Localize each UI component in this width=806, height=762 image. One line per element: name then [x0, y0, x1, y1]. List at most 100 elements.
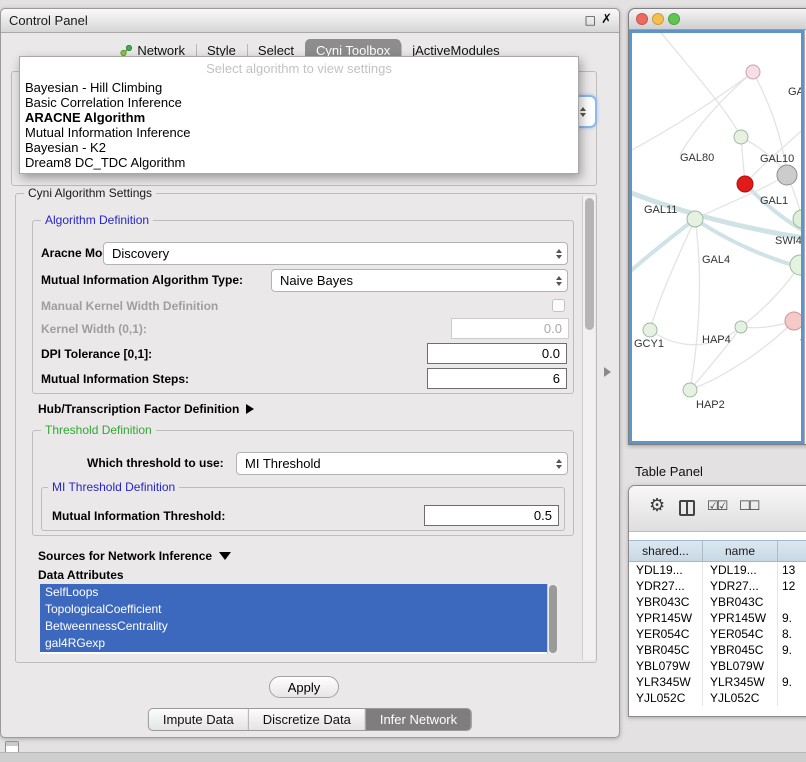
panel-divider-arrow[interactable] — [604, 367, 611, 377]
network-node[interactable] — [777, 165, 797, 185]
table-row[interactable]: YPR145WYPR145W9. — [629, 610, 806, 626]
select-all-icon[interactable]: ☑☑ — [707, 499, 726, 514]
table-row[interactable]: YER054CYER054C8. — [629, 626, 806, 642]
algorithm-option-bayesian-hill-climbing[interactable]: Bayesian - Hill Climbing — [20, 80, 578, 95]
float-window-icon[interactable]: □ — [585, 13, 596, 27]
network-node[interactable] — [785, 312, 803, 330]
table-cell[interactable]: YPR145W — [703, 610, 778, 626]
sources-toggle[interactable]: Sources for Network Inference — [38, 549, 231, 563]
table-cell[interactable]: 12 — [778, 578, 806, 594]
table-header-cell[interactable] — [778, 541, 806, 561]
network-node[interactable] — [687, 211, 703, 227]
table-cell[interactable]: YBL079W — [703, 658, 778, 674]
attribute-item-topologicalcoefficient[interactable]: TopologicalCoefficient — [40, 601, 547, 618]
kernel-width-field[interactable]: 0.0 — [451, 318, 569, 339]
settings-gear-icon[interactable]: ⚙ — [649, 495, 665, 516]
combo-arrows-icon — [580, 107, 586, 117]
close-icon[interactable]: ✗ — [601, 12, 612, 27]
close-button[interactable] — [636, 13, 648, 25]
deselect-all-icon[interactable]: ☐☐ — [739, 499, 758, 514]
bottom-tab-discretize-data[interactable]: Discretize Data — [248, 709, 365, 730]
kernel-width-row: Kernel Width (0,1): 0.0 — [33, 318, 573, 340]
network-node[interactable] — [790, 255, 803, 275]
algorithm-option-dream8-dc-tdc-algorithm[interactable]: Dream8 DC_TDC Algorithm — [20, 155, 578, 170]
zoom-button[interactable] — [668, 13, 680, 25]
table-cell[interactable]: YLR345W — [629, 674, 703, 690]
mi-threshold-field[interactable]: 0.5 — [424, 505, 559, 526]
aracne-mode-combo[interactable]: Discovery — [103, 242, 568, 265]
network-view-window: GAL80GAL7GAL10GAL11GAL1SWI4GAL4GCY1HAP4H… — [628, 8, 806, 445]
table-cell[interactable]: 9. — [778, 674, 806, 690]
attributes-scrollbar-thumb[interactable] — [549, 585, 557, 653]
table-cell[interactable]: YDR27... — [629, 578, 703, 594]
table-cell[interactable]: YDL19... — [629, 562, 703, 578]
table-row[interactable]: YBR043CYBR043C — [629, 594, 806, 610]
threshold-definition-title: Threshold Definition — [41, 423, 156, 437]
apply-button[interactable]: Apply — [269, 676, 339, 698]
attribute-item-betweennesscentrality[interactable]: BetweennessCentrality — [40, 618, 547, 635]
table-cell[interactable] — [778, 690, 806, 706]
network-node[interactable] — [746, 65, 760, 79]
table-cell[interactable]: YBR043C — [629, 594, 703, 610]
table-row[interactable]: YBL079WYBL079W — [629, 658, 806, 674]
bottom-tab-infer-network[interactable]: Infer Network — [365, 709, 471, 730]
minimize-button[interactable] — [652, 13, 664, 25]
table-cell[interactable]: YBL079W — [629, 658, 703, 674]
algorithm-option-mutual-information-inference[interactable]: Mutual Information Inference — [20, 125, 578, 140]
attribute-item-selfloops[interactable]: SelfLoops — [40, 584, 547, 601]
bottom-tab-impute-data[interactable]: Impute Data — [149, 709, 248, 730]
hub-definition-toggle[interactable]: Hub/Transcription Factor Definition — [38, 402, 254, 416]
table-row[interactable]: YDL19...YDL19...13 — [629, 562, 806, 578]
network-edge[interactable] — [658, 33, 741, 137]
algorithm-option-basic-correlation-inference[interactable]: Basic Correlation Inference — [20, 95, 578, 110]
network-node[interactable] — [643, 323, 657, 337]
table-row[interactable]: YLR345WYLR345W9. — [629, 674, 806, 690]
table-cell[interactable] — [778, 594, 806, 610]
table-cell[interactable]: YER054C — [703, 626, 778, 642]
table-cell[interactable]: YPR145W — [629, 610, 703, 626]
network-window-titlebar[interactable] — [629, 9, 806, 30]
network-node[interactable] — [735, 321, 747, 333]
table-cell[interactable]: 13 — [778, 562, 806, 578]
table-cell[interactable]: YER054C — [629, 626, 703, 642]
table-cell[interactable] — [778, 658, 806, 674]
network-edge[interactable] — [690, 219, 699, 390]
mi-steps-field[interactable]: 6 — [427, 368, 567, 389]
table-cell[interactable]: 8. — [778, 626, 806, 642]
table-cell[interactable]: 9. — [778, 642, 806, 658]
table-row[interactable]: YDR27...YDR27...12 — [629, 578, 806, 594]
network-node[interactable] — [734, 130, 748, 144]
mi-type-combo[interactable]: Naive Bayes — [271, 269, 568, 292]
columns-icon[interactable] — [679, 500, 695, 516]
table-cell[interactable]: 9. — [778, 610, 806, 626]
table-cell[interactable]: YDL19... — [703, 562, 778, 578]
table-header-cell[interactable]: shared... — [629, 541, 703, 561]
control-panel-titlebar[interactable]: Control Panel □ ✗ — [1, 9, 619, 33]
table-cell[interactable]: YBR045C — [629, 642, 703, 658]
table-row[interactable]: YBR045CYBR045C9. — [629, 642, 806, 658]
settings-scrollbar-thumb[interactable] — [585, 198, 594, 330]
settings-scrollbar[interactable] — [582, 196, 595, 660]
table-cell[interactable]: YDR27... — [703, 578, 778, 594]
attribute-item-gal4rgexp[interactable]: gal4RGexp — [40, 635, 547, 652]
network-node[interactable] — [737, 176, 753, 192]
table-cell[interactable]: YJL052C — [629, 690, 703, 706]
network-edge[interactable] — [632, 219, 695, 275]
which-threshold-value: MI Threshold — [245, 456, 556, 471]
attributes-scrollbar[interactable] — [547, 584, 558, 654]
table-cell[interactable]: YBR043C — [703, 594, 778, 610]
network-node[interactable] — [683, 383, 697, 397]
algorithm-option-aracne-algorithm[interactable]: ARACNE Algorithm — [20, 110, 578, 125]
manual-kernel-checkbox[interactable] — [552, 299, 565, 312]
algorithm-option-bayesian-k2[interactable]: Bayesian - K2 — [20, 140, 578, 155]
which-threshold-combo[interactable]: MI Threshold — [236, 452, 568, 475]
network-canvas[interactable]: GAL80GAL7GAL10GAL11GAL1SWI4GAL4GCY1HAP4H… — [629, 30, 804, 444]
table-cell[interactable]: YLR345W — [703, 674, 778, 690]
dpi-tolerance-value: 0.0 — [542, 346, 560, 361]
mi-type-value: Naive Bayes — [280, 273, 556, 288]
table-header-cell[interactable]: name — [703, 541, 778, 561]
table-cell[interactable]: YJL052C — [703, 690, 778, 706]
table-row[interactable]: YJL052CYJL052C — [629, 690, 806, 706]
table-cell[interactable]: YBR045C — [703, 642, 778, 658]
dpi-tolerance-field[interactable]: 0.0 — [427, 343, 567, 364]
